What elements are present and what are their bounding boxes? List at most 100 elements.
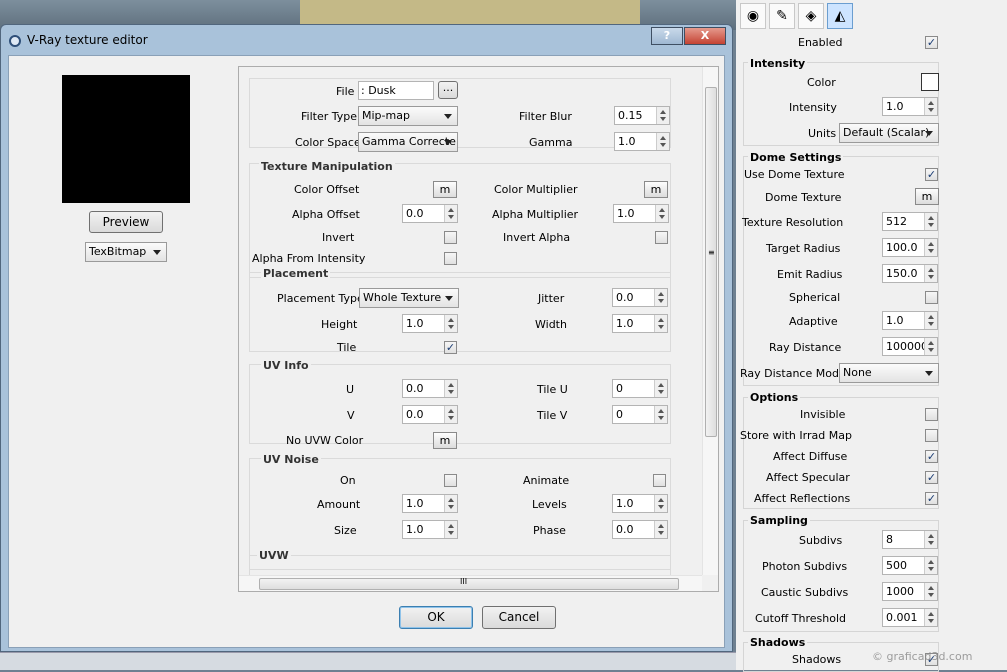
placement-type-select[interactable]: Whole Texture bbox=[359, 288, 459, 308]
tile-label: Tile bbox=[337, 341, 357, 354]
cutoff-threshold-spinner[interactable]: 0.001 bbox=[882, 608, 938, 627]
tile-v-spinner[interactable]: 0 bbox=[612, 405, 668, 424]
emit-radius-label: Emit Radius bbox=[777, 268, 843, 281]
tile-u-label: Tile U bbox=[537, 383, 568, 396]
horizontal-scrollbar[interactable]: III bbox=[239, 575, 702, 591]
shadows-section-title: Shadows bbox=[748, 636, 808, 649]
phase-spinner[interactable]: 0.0 bbox=[612, 520, 668, 539]
width-spinner[interactable]: 1.0 bbox=[612, 314, 668, 333]
emit-radius-spinner[interactable]: 150.0 bbox=[882, 264, 938, 283]
filter-type-select[interactable]: Mip-map bbox=[358, 106, 458, 126]
close-button[interactable]: X bbox=[684, 27, 726, 45]
store-irrad-checkbox[interactable] bbox=[925, 429, 938, 442]
amount-label: Amount bbox=[317, 498, 361, 511]
uvw-title: UVW bbox=[257, 549, 291, 562]
height-label: Height bbox=[321, 318, 358, 331]
ray-distance-mode-select[interactable]: None bbox=[839, 363, 939, 383]
cancel-button[interactable]: Cancel bbox=[482, 606, 556, 629]
invert-checkbox[interactable] bbox=[444, 231, 457, 244]
color-swatch[interactable] bbox=[921, 73, 939, 91]
color-wheel-icon[interactable]: ◉ bbox=[740, 3, 766, 29]
noise-on-label: On bbox=[340, 474, 356, 487]
use-dome-texture-checkbox[interactable]: ✓ bbox=[925, 168, 938, 181]
no-uvw-color-map-button[interactable]: m bbox=[433, 432, 457, 449]
alpha-multiplier-label: Alpha Multiplier bbox=[492, 208, 579, 221]
dome-section-title: Dome Settings bbox=[748, 151, 844, 164]
color-label: Color bbox=[807, 76, 836, 89]
vertical-grip: ≡ bbox=[708, 248, 715, 257]
target-radius-spinner[interactable]: 100.0 bbox=[882, 238, 938, 257]
file-path-field[interactable]: : Dusk Sun.hdr bbox=[358, 81, 434, 100]
height-spinner[interactable]: 1.0 bbox=[402, 314, 458, 333]
texture-resolution-spinner[interactable]: 512 bbox=[882, 212, 938, 231]
file-browse-button[interactable]: ... bbox=[438, 81, 458, 99]
ok-button[interactable]: OK bbox=[399, 606, 473, 629]
store-irrad-label: Store with Irrad Map bbox=[740, 429, 852, 442]
levels-spinner[interactable]: 1.0 bbox=[612, 494, 668, 513]
panel-toolbar: ◉ ✎ ◈ ◭ bbox=[740, 3, 853, 29]
u-label: U bbox=[346, 383, 355, 396]
subdivs-spinner[interactable]: 8 bbox=[882, 530, 938, 549]
alpha-from-intensity-label: Alpha From Intensity bbox=[252, 252, 366, 265]
paint-icon[interactable]: ✎ bbox=[769, 3, 795, 29]
enabled-checkbox[interactable]: ✓ bbox=[925, 36, 938, 49]
photon-subdivs-spinner[interactable]: 500 bbox=[882, 556, 938, 575]
spherical-label: Spherical bbox=[789, 291, 841, 304]
color-multiplier-label: Color Multiplier bbox=[494, 183, 578, 196]
caustic-subdivs-spinner[interactable]: 1000 bbox=[882, 582, 938, 601]
tile-checkbox[interactable]: ✓ bbox=[444, 341, 457, 354]
affect-reflections-checkbox[interactable]: ✓ bbox=[925, 492, 938, 505]
options-section-title: Options bbox=[748, 391, 801, 404]
texture-manipulation-title: Texture Manipulation bbox=[259, 160, 395, 173]
sampling-section-title: Sampling bbox=[748, 514, 810, 527]
invisible-checkbox[interactable] bbox=[925, 408, 938, 421]
spherical-checkbox[interactable] bbox=[925, 291, 938, 304]
units-select[interactable]: Default (Scalar) bbox=[839, 123, 939, 143]
ray-distance-spinner[interactable]: 100000 bbox=[882, 337, 938, 356]
light-icon[interactable]: ◭ bbox=[827, 3, 853, 29]
vertical-scroll-thumb[interactable]: ≡ bbox=[705, 87, 717, 437]
affect-specular-checkbox[interactable]: ✓ bbox=[925, 471, 938, 484]
filter-blur-spinner[interactable]: 0.15 bbox=[614, 106, 670, 125]
color-multiplier-map-button[interactable]: m bbox=[644, 181, 668, 198]
alpha-from-intensity-checkbox[interactable] bbox=[444, 252, 457, 265]
texture-editor-dialog: V-Ray texture editor ? X Preview TexBitm… bbox=[0, 24, 733, 652]
tile-u-spinner[interactable]: 0 bbox=[612, 379, 668, 398]
noise-on-checkbox[interactable] bbox=[444, 474, 457, 487]
size-spinner[interactable]: 1.0 bbox=[402, 520, 458, 539]
amount-spinner[interactable]: 1.0 bbox=[402, 494, 458, 513]
affect-diffuse-checkbox[interactable]: ✓ bbox=[925, 450, 938, 463]
animate-checkbox[interactable] bbox=[653, 474, 666, 487]
adaptive-spinner[interactable]: 1.0 bbox=[882, 311, 938, 330]
texture-preview bbox=[62, 75, 190, 203]
texture-type-select[interactable]: TexBitmap bbox=[85, 242, 167, 262]
intensity-spinner[interactable]: 1.0 bbox=[882, 97, 938, 116]
horizontal-grip: III bbox=[460, 577, 468, 586]
alpha-multiplier-spinner[interactable]: 1.0 bbox=[613, 204, 669, 223]
horizontal-scroll-thumb[interactable]: III bbox=[259, 577, 679, 590]
v-label: V bbox=[347, 409, 355, 422]
dialog-body: Preview TexBitmap File : Dusk Sun.hdr ..… bbox=[8, 55, 725, 648]
gamma-label: Gamma bbox=[529, 136, 573, 149]
placement-title: Placement bbox=[261, 267, 331, 280]
invert-alpha-checkbox[interactable] bbox=[655, 231, 668, 244]
jitter-spinner[interactable]: 0.0 bbox=[612, 288, 668, 307]
u-spinner[interactable]: 0.0 bbox=[402, 379, 458, 398]
invert-label: Invert bbox=[322, 231, 355, 244]
help-button[interactable]: ? bbox=[651, 27, 683, 45]
color-offset-map-button[interactable]: m bbox=[433, 181, 457, 198]
filter-type-label: Filter Type bbox=[301, 110, 358, 123]
gamma-spinner[interactable]: 1.0 bbox=[614, 132, 670, 151]
v-spinner[interactable]: 0.0 bbox=[402, 405, 458, 424]
animate-label: Animate bbox=[523, 474, 570, 487]
vertical-scrollbar[interactable]: ≡ bbox=[702, 67, 718, 575]
invisible-label: Invisible bbox=[800, 408, 846, 421]
color-space-select[interactable]: Gamma Correcte bbox=[358, 132, 458, 152]
file-label: File bbox=[336, 85, 355, 98]
intensity-section-title: Intensity bbox=[748, 57, 808, 70]
dome-texture-map-button[interactable]: m bbox=[915, 188, 939, 205]
preview-button[interactable]: Preview bbox=[89, 211, 163, 233]
alpha-offset-spinner[interactable]: 0.0 bbox=[402, 204, 458, 223]
parameters-scroll-area[interactable]: File : Dusk Sun.hdr ... Filter Type Mip-… bbox=[238, 66, 719, 592]
material-icon[interactable]: ◈ bbox=[798, 3, 824, 29]
